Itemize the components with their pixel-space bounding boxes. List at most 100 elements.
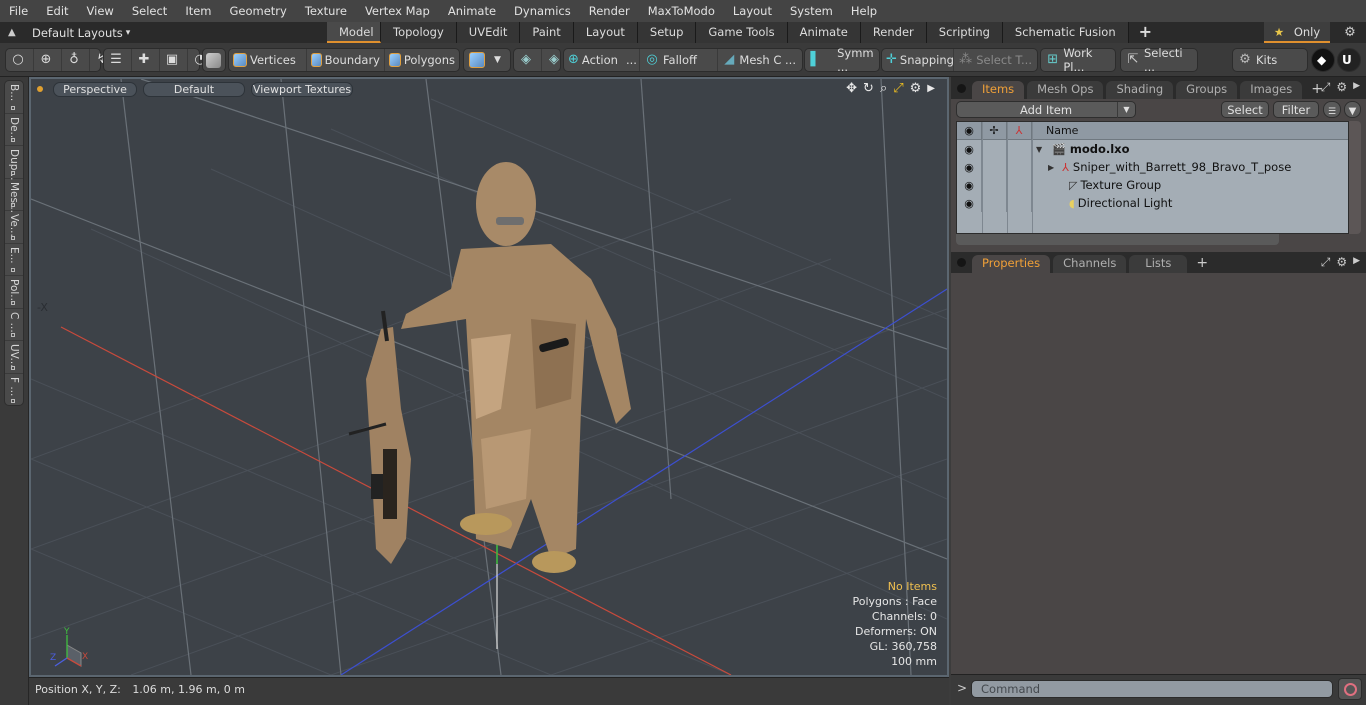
menu-item[interactable]: Item: [176, 0, 220, 22]
action-center-button[interactable]: ⊕ Action...: [564, 49, 640, 71]
menu-select[interactable]: Select: [123, 0, 176, 22]
vtab-polygon[interactable]: Pol...: [5, 276, 23, 309]
work-plane-button[interactable]: ⊞ Work Pl...: [1040, 46, 1116, 74]
visibility-column-header[interactable]: ◉: [957, 122, 982, 139]
tab-topology[interactable]: Topology: [381, 22, 457, 43]
viewport-textures-dropdown[interactable]: Viewport Textures: [251, 81, 353, 97]
world-transform-button[interactable]: ◈: [514, 49, 542, 71]
unreal-button[interactable]: U: [1337, 48, 1361, 72]
kits-button[interactable]: ⚙ Kits: [1232, 48, 1308, 72]
tab-shading[interactable]: Shading: [1106, 81, 1174, 99]
vtab-basic[interactable]: B...: [5, 81, 23, 114]
vtab-deform[interactable]: De...: [5, 114, 23, 146]
lock-cell[interactable]: [982, 140, 1007, 158]
menu-file[interactable]: File: [0, 0, 37, 22]
lock-cell[interactable]: [982, 158, 1007, 176]
tab-channels[interactable]: Channels: [1053, 255, 1127, 273]
select-through-button[interactable]: ⁂ Select T...: [954, 49, 1036, 71]
vtab-vertex[interactable]: Ve...: [5, 211, 23, 244]
globe-tool-button[interactable]: ⊕: [34, 49, 62, 71]
bridge-tool-button[interactable]: ☰: [104, 49, 132, 71]
add-item-dropdown[interactable]: Add Item ▼: [956, 101, 1136, 118]
selection-sets-button[interactable]: ⇱ Selecti ...: [1120, 46, 1198, 74]
add-tab-button[interactable]: +: [1129, 22, 1162, 43]
item-list-horizontal-scrollbar[interactable]: [956, 234, 1279, 245]
eye-icon[interactable]: ◉: [957, 140, 982, 158]
list-item[interactable]: ◉ ◸ Texture Group: [957, 176, 1348, 194]
funnel-filter-button[interactable]: ▼: [1344, 101, 1361, 118]
list-item[interactable]: ◉ ◖ Directional Light: [957, 194, 1348, 212]
lock-cell[interactable]: [982, 194, 1007, 212]
sphere-tool-button[interactable]: ○: [6, 49, 34, 71]
snapping-button[interactable]: ✛ Snapping: [882, 49, 954, 71]
list-item[interactable]: ◉ ▶ ⅄ Sniper_with_Barrett_98_Bravo_T_pos…: [957, 158, 1348, 176]
menu-view[interactable]: View: [78, 0, 123, 22]
square-tool-button[interactable]: ▣: [160, 49, 188, 71]
polygons-mode-button[interactable]: Polygons: [385, 49, 459, 71]
add-tab-button[interactable]: +: [1190, 255, 1214, 273]
only-toggle[interactable]: ★ Only: [1264, 22, 1330, 43]
tab-model[interactable]: Model: [327, 22, 381, 43]
tab-animate[interactable]: Animate: [787, 22, 861, 43]
arrow-right-icon[interactable]: ▶: [1353, 80, 1360, 95]
menu-maxtomodo[interactable]: MaxToModo: [639, 0, 724, 22]
collapse-icon[interactable]: ▼: [1036, 145, 1042, 154]
pen-tool-button[interactable]: ♁: [62, 49, 90, 71]
vtab-curve[interactable]: C ...: [5, 309, 23, 341]
tab-render[interactable]: Render: [860, 22, 927, 43]
tab-images[interactable]: Images: [1240, 81, 1303, 99]
menu-edit[interactable]: Edit: [37, 0, 77, 22]
menu-render[interactable]: Render: [580, 0, 639, 22]
tab-game-tools[interactable]: Game Tools: [696, 22, 788, 43]
tab-layout[interactable]: Layout: [573, 22, 638, 43]
menu-geometry[interactable]: Geometry: [221, 0, 296, 22]
vtab-mesh-edit[interactable]: Mes...: [5, 179, 23, 213]
unity-button[interactable]: ◆: [1311, 48, 1335, 72]
menu-vertex-map[interactable]: Vertex Map: [356, 0, 439, 22]
gear-icon[interactable]: ⚙: [1340, 22, 1360, 43]
menu-help[interactable]: Help: [842, 0, 886, 22]
vtab-uv[interactable]: UV...: [5, 341, 23, 374]
cross-tool-button[interactable]: ✚: [132, 49, 160, 71]
falloff-button[interactable]: ◎ Falloff: [640, 49, 718, 71]
tab-items[interactable]: Items: [972, 81, 1025, 99]
default-layouts-dropdown[interactable]: ▲ Default Layouts ▾: [0, 22, 138, 43]
eye-icon[interactable]: ◉: [957, 176, 982, 194]
tab-setup[interactable]: Setup: [637, 22, 697, 43]
boundary-mode-button[interactable]: Boundary: [307, 49, 385, 71]
item-list-vertical-scrollbar[interactable]: [1349, 121, 1361, 234]
menu-system[interactable]: System: [781, 0, 842, 22]
tab-properties[interactable]: Properties: [972, 255, 1051, 273]
list-item[interactable]: ◉ ▼ 🎬 modo.lxo: [957, 140, 1348, 158]
vtab-duplicate[interactable]: Dup...: [5, 146, 23, 180]
menu-texture[interactable]: Texture: [296, 0, 356, 22]
gear-icon[interactable]: ⚙: [1336, 80, 1347, 95]
tab-lists[interactable]: Lists: [1129, 255, 1188, 273]
arrow-right-icon[interactable]: ▶: [1353, 255, 1360, 270]
shading-dropdown[interactable]: Default: [143, 81, 245, 97]
3d-viewport[interactable]: -X Y X Z Perspective Default Viewport Te…: [29, 77, 949, 677]
expand-panel-icon[interactable]: ⤢: [1321, 80, 1331, 95]
menu-animate[interactable]: Animate: [439, 0, 505, 22]
eye-icon[interactable]: ◉: [957, 194, 982, 212]
gear-icon[interactable]: ⚙: [1336, 255, 1347, 270]
vtab-fusion[interactable]: F ...: [5, 374, 23, 407]
menu-layout[interactable]: Layout: [724, 0, 781, 22]
lock-cell[interactable]: [982, 176, 1007, 194]
vertices-mode-button[interactable]: Vertices: [229, 49, 307, 71]
list-options-button[interactable]: ☰: [1323, 101, 1341, 118]
symmetry-button[interactable]: ▌ Symm ...: [804, 46, 880, 74]
vtab-edge[interactable]: E...: [5, 244, 23, 276]
menu-dynamics[interactable]: Dynamics: [505, 0, 580, 22]
type-column-header[interactable]: ⅄: [1007, 122, 1032, 139]
expand-panel-icon[interactable]: ⤢: [1321, 255, 1331, 270]
mesh-constraint-button[interactable]: ◢ Mesh C ...: [718, 49, 800, 71]
view-mode-dropdown[interactable]: Perspective: [53, 81, 137, 97]
tab-paint[interactable]: Paint: [520, 22, 574, 43]
tab-schematic-fusion[interactable]: Schematic Fusion: [1002, 22, 1129, 43]
material-mode-dropdown[interactable]: ▼: [463, 48, 511, 72]
filter-button[interactable]: Filter: [1273, 101, 1319, 118]
command-input[interactable]: Command: [971, 680, 1333, 698]
select-button[interactable]: Select: [1221, 101, 1269, 118]
item-mode-button[interactable]: [202, 48, 226, 72]
